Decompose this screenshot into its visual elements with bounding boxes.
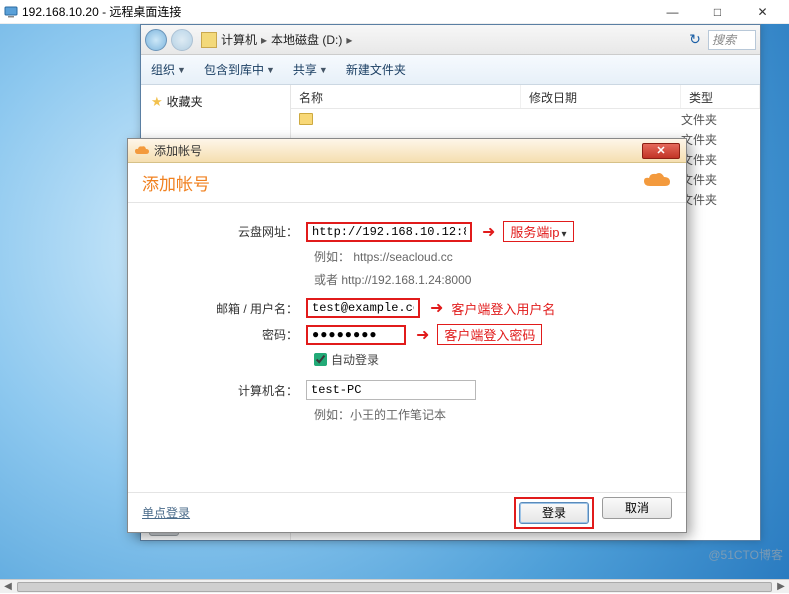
server-url-input[interactable] bbox=[306, 222, 472, 242]
star-icon: ★ bbox=[151, 94, 163, 110]
auto-login-checkbox[interactable] bbox=[314, 353, 327, 366]
table-row[interactable]: 文件夹 bbox=[291, 109, 760, 129]
minimize-button[interactable]: — bbox=[650, 2, 695, 22]
rdp-icon bbox=[4, 5, 18, 19]
column-date[interactable]: 修改日期 bbox=[521, 85, 681, 108]
search-input[interactable]: 搜索 bbox=[708, 30, 756, 50]
rdp-title: 192.168.10.20 - 远程桌面连接 bbox=[22, 3, 181, 20]
add-account-dialog: 添加帐号 ✕ 添加帐号 云盘网址： ➜ 服务端ip▾ 例如： https://s… bbox=[127, 138, 687, 533]
close-button[interactable]: ✕ bbox=[740, 2, 785, 22]
url-label: 云盘网址： bbox=[146, 223, 306, 240]
url-hint-2: 或者 http://192.168.1.24:8000 bbox=[314, 271, 668, 288]
nav-back-button[interactable] bbox=[145, 29, 167, 51]
dialog-heading: 添加帐号 bbox=[142, 170, 210, 195]
chevron-right-icon: ▸ bbox=[261, 33, 267, 47]
arrow-right-icon: ➜ bbox=[416, 325, 429, 345]
annotation-client-user: 客户端登入用户名 bbox=[451, 299, 555, 318]
annotation-client-password: 客户端登入密码 bbox=[437, 324, 542, 345]
rdp-titlebar: 192.168.10.20 - 远程桌面连接 — □ ✕ bbox=[0, 0, 789, 24]
dialog-titlebar[interactable]: 添加帐号 ✕ bbox=[128, 139, 686, 163]
scroll-right-icon[interactable]: ▶ bbox=[773, 580, 789, 594]
dialog-title-text: 添加帐号 bbox=[154, 142, 202, 159]
refresh-icon[interactable]: ↻ bbox=[686, 31, 704, 49]
computer-name-input[interactable] bbox=[306, 380, 476, 400]
arrow-right-icon: ➜ bbox=[482, 222, 495, 242]
sso-link[interactable]: 单点登录 bbox=[142, 504, 190, 521]
cloud-icon bbox=[134, 145, 150, 157]
cancel-button[interactable]: 取消 bbox=[602, 497, 672, 519]
explorer-toolbar: 组织▼ 包含到库中▼ 共享▼ 新建文件夹 bbox=[141, 55, 760, 85]
brand-cloud-icon bbox=[642, 170, 672, 195]
explorer-navbar: 计算机 ▸ 本地磁盘 (D:) ▸ ↻ 搜索 bbox=[141, 25, 760, 55]
url-hint-1: 例如： https://seacloud.cc bbox=[314, 248, 668, 265]
scroll-left-icon[interactable]: ◀ bbox=[0, 580, 16, 594]
organize-button[interactable]: 组织▼ bbox=[151, 61, 186, 78]
column-name[interactable]: 名称 bbox=[291, 85, 521, 108]
breadcrumb-computer[interactable]: 计算机 bbox=[221, 31, 257, 48]
include-in-library-button[interactable]: 包含到库中▼ bbox=[204, 61, 275, 78]
username-input[interactable] bbox=[306, 298, 420, 318]
chevron-right-icon: ▸ bbox=[346, 33, 352, 47]
share-button[interactable]: 共享▼ bbox=[293, 61, 328, 78]
pc-hint: 例如：小王的工作笔记本 bbox=[314, 406, 668, 423]
password-input[interactable] bbox=[306, 325, 406, 345]
user-label: 邮箱 / 用户名： bbox=[146, 300, 306, 317]
desktop-wallpaper: 计算机 ▸ 本地磁盘 (D:) ▸ ↻ 搜索 组织▼ 包含到库中▼ 共享▼ 新建… bbox=[0, 24, 789, 579]
new-folder-button[interactable]: 新建文件夹 bbox=[346, 61, 406, 78]
column-type[interactable]: 类型 bbox=[681, 85, 760, 108]
breadcrumb[interactable]: 计算机 ▸ 本地磁盘 (D:) ▸ bbox=[221, 31, 352, 48]
breadcrumb-drive[interactable]: 本地磁盘 (D:) bbox=[271, 31, 342, 48]
auto-login-label: 自动登录 bbox=[331, 351, 379, 368]
dialog-close-button[interactable]: ✕ bbox=[642, 143, 680, 159]
folder-icon bbox=[299, 113, 313, 125]
pc-label: 计算机名： bbox=[146, 382, 306, 399]
login-button-highlight: 登录 bbox=[514, 497, 594, 529]
arrow-right-icon: ➜ bbox=[430, 298, 443, 318]
login-button[interactable]: 登录 bbox=[519, 502, 589, 524]
horizontal-scrollbar[interactable]: ◀ ▶ bbox=[0, 579, 789, 593]
addressbar-drive-icon bbox=[201, 32, 217, 48]
nav-forward-button[interactable] bbox=[171, 29, 193, 51]
maximize-button[interactable]: □ bbox=[695, 2, 740, 22]
scrollbar-thumb[interactable] bbox=[17, 582, 772, 592]
watermark: @51CTO博客 bbox=[708, 546, 783, 563]
password-label: 密码： bbox=[146, 326, 306, 343]
annotation-server-ip: 服务端ip▾ bbox=[503, 221, 573, 242]
sidebar-favorites[interactable]: ★ 收藏夹 bbox=[151, 93, 280, 110]
